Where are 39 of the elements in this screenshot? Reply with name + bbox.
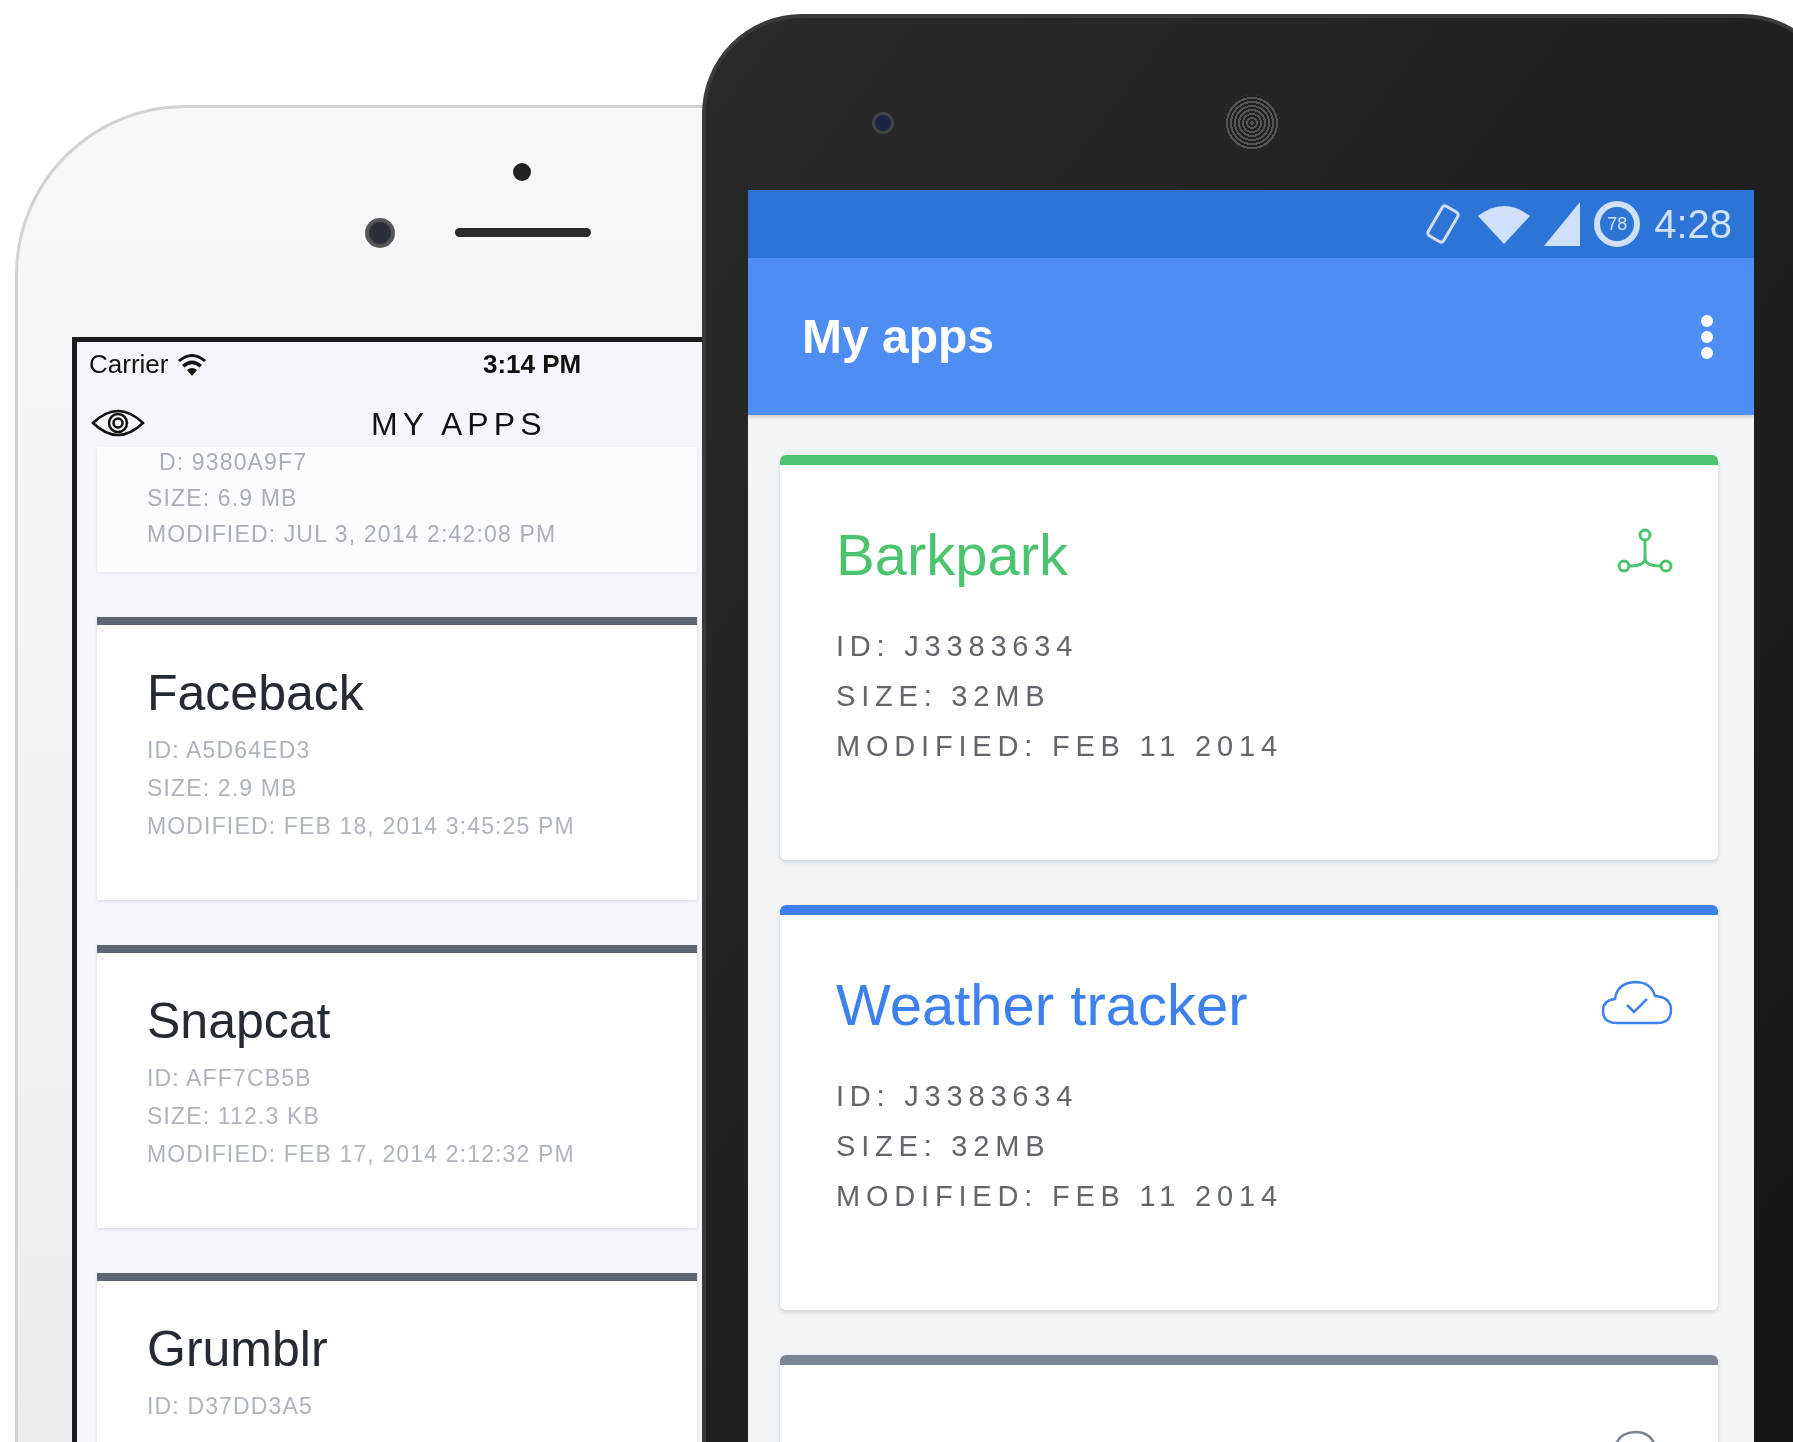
- toolbar-title: My apps: [802, 308, 995, 365]
- app-name: Snapcat: [147, 992, 332, 1051]
- app-id: D: 9380A9F7: [158, 448, 309, 477]
- app-id: ID: D37DD3A5: [147, 1392, 314, 1421]
- app-size: SIZE: 32MB: [836, 679, 1052, 714]
- status-time: 4:28: [1654, 201, 1732, 248]
- app-size: SIZE: 6.9 MB: [147, 484, 299, 513]
- wifi-icon: [1478, 204, 1531, 244]
- app-modified: MODIFIED: FEB 17, 2014 2:12:32 PM: [147, 1140, 576, 1169]
- app-size: SIZE: 112.3 KB: [147, 1102, 321, 1131]
- app-name: Weather tracker: [836, 971, 1248, 1039]
- signal-icon: [1544, 202, 1581, 246]
- app-id: ID: J3383634: [836, 1079, 1080, 1114]
- carrier-label: Carrier: [89, 348, 169, 381]
- nav-title: MY APPS: [371, 405, 547, 444]
- app-card[interactable]: Grumblr ID: D37DD3A5: [97, 1273, 697, 1442]
- app-name: Faceback: [147, 664, 365, 723]
- app-card[interactable]: Barkpark ID: J3383634 SIZE: 32MB MODIFIED: FEB 11 2014: [780, 455, 1718, 860]
- app-name: Grumblr: [147, 1320, 329, 1379]
- app-size: SIZE: 32MB: [836, 1129, 1052, 1164]
- app-id: ID: A5D64ED3: [147, 736, 312, 765]
- app-card[interactable]: Snapcat ID: AFF7CB5B SIZE: 112.3 KB MODIFIED: FEB 17, 2014 2:12:32 PM: [97, 945, 697, 1228]
- more-menu-icon[interactable]: [1700, 313, 1714, 360]
- wifi-icon: [178, 353, 207, 376]
- camera-icon: [872, 112, 894, 134]
- app-modified: MODIFIED: FEB 11 2014: [836, 1179, 1284, 1214]
- app-size: SIZE: 2.9 MB: [147, 774, 299, 803]
- camera-icon: [365, 218, 395, 248]
- app-modified: MODIFIED: JUL 3, 2014 2:42:08 PM: [147, 520, 558, 549]
- app-card[interactable]: Weather tracker ID: J3383634 SIZE: 32MB MODIFIED: FEB 11 2014: [780, 905, 1718, 1310]
- app-card[interactable]: Faceback ID: A5D64ED3 SIZE: 2.9 MB MODIFIED: FEB 18, 2014 3:45:25 PM: [97, 617, 697, 900]
- app-id: ID: J3383634: [836, 629, 1080, 664]
- eye-icon[interactable]: [91, 407, 145, 439]
- app-id: ID: AFF7CB5B: [147, 1064, 313, 1093]
- battery-level: 78: [1607, 212, 1628, 236]
- status-time: 3:14 PM: [483, 348, 582, 381]
- app-modified: MODIFIED: FEB 11 2014: [836, 729, 1284, 764]
- app-modified: MODIFIED: FEB 18, 2014 3:45:25 PM: [147, 812, 576, 841]
- app-name: Barkpark: [836, 521, 1069, 589]
